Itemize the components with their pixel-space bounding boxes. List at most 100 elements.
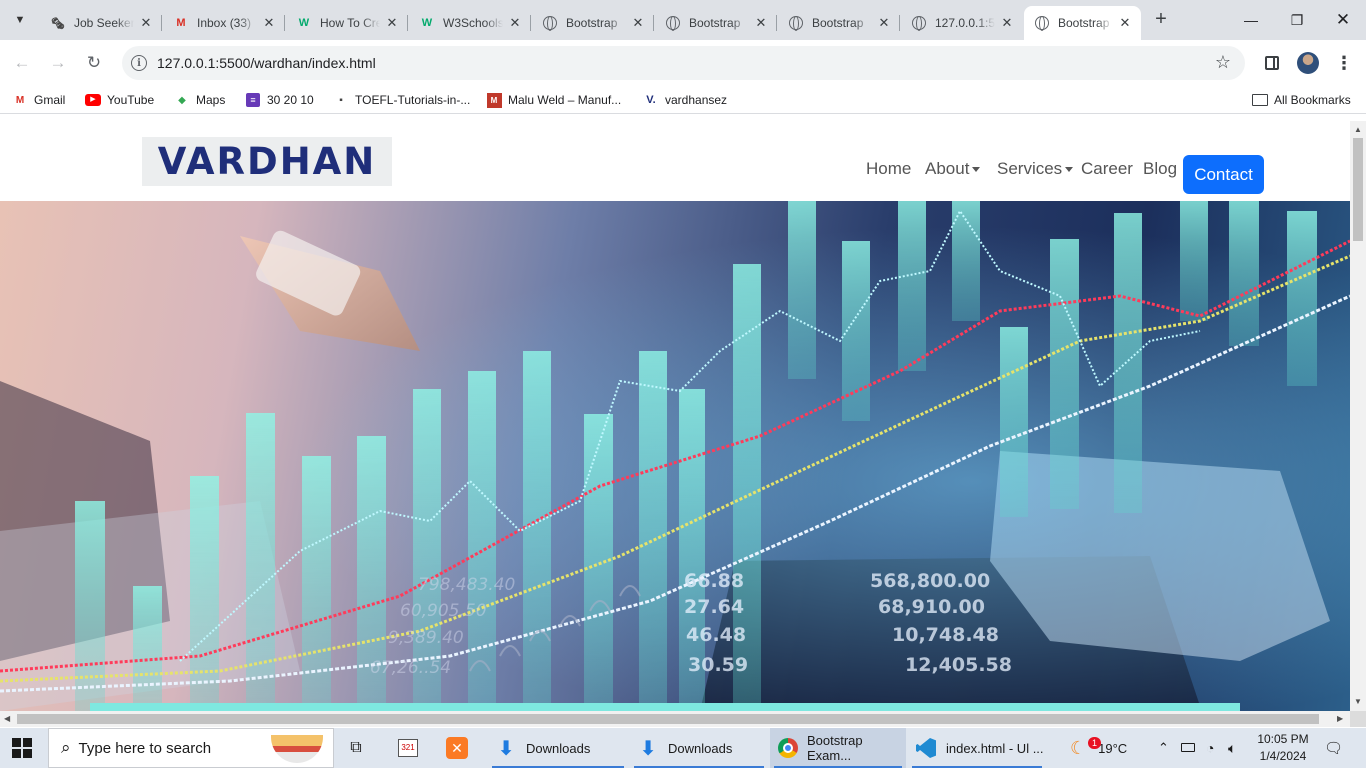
bookmark-toefl[interactable]: ▪ TOEFL-Tutorials-in-... (333, 91, 470, 109)
address-bar[interactable]: i 127.0.0.1:5500/wardhan/index.html ☆ (122, 46, 1245, 80)
close-window-button[interactable]: ✕ (1320, 0, 1366, 40)
close-icon[interactable]: ✕ (507, 15, 523, 31)
close-icon[interactable]: ✕ (384, 15, 400, 31)
new-tab-button[interactable]: + (1150, 9, 1172, 31)
close-icon[interactable]: ✕ (138, 15, 154, 31)
taskbar-clock[interactable]: 10:05 PM 1/4/2024 (1252, 731, 1314, 765)
hero-number: 46.48 (686, 624, 746, 646)
bookmark-label: YouTube (107, 93, 155, 107)
restore-button[interactable]: ❐ (1274, 0, 1320, 40)
nav-home-label: Home (866, 159, 912, 178)
tab-bootstrap-active[interactable]: Bootstrap ✕ (1024, 6, 1141, 40)
weather-widget[interactable]: ☾ 1 19°C (1070, 728, 1127, 768)
show-hidden-icons[interactable]: ⌃ (1158, 728, 1169, 768)
tab-bootstrap-1[interactable]: Bootstrap ✕ (532, 6, 654, 40)
search-icon: ⌕ (61, 738, 71, 757)
close-icon[interactable]: ✕ (999, 15, 1015, 31)
hero-number: 67,26..54 (370, 658, 451, 678)
vertical-scrollbar[interactable]: ▲ ▼ (1350, 121, 1366, 711)
tab-bootstrap-2[interactable]: Bootstrap ✕ (655, 6, 777, 40)
notifications-icon: 🗨︎ (1324, 740, 1344, 757)
scroll-thumb[interactable] (1353, 138, 1363, 241)
bookmark-label: Maps (196, 93, 226, 107)
job-seeker-favicon: 🗞 (51, 17, 65, 30)
notifications-button[interactable]: 🗨︎ (1324, 728, 1343, 768)
horizontal-scrollbar[interactable]: ◀ ▶ (0, 711, 1350, 727)
taskbar-downloads-2[interactable]: ⬇ Downloads (630, 728, 768, 768)
bookmark-malu-weld[interactable]: M Malu Weld – Manuf... (486, 91, 621, 109)
close-icon[interactable]: ✕ (630, 15, 646, 31)
nav-career-label: Career (1081, 159, 1133, 178)
tab-job-seeker[interactable]: 🗞 Job Seeker ✕ (40, 6, 162, 40)
minimize-button[interactable]: — (1228, 0, 1274, 40)
url-text[interactable]: 127.0.0.1:5500/wardhan/index.html (157, 55, 376, 71)
side-panel-icon (1265, 56, 1279, 70)
start-button[interactable] (12, 738, 32, 758)
bookmark-youtube[interactable]: ▶ YouTube (85, 91, 154, 109)
gmail-icon: M (176, 17, 186, 29)
reload-icon: ↻ (86, 53, 102, 72)
tab-label: Bootstrap (1058, 16, 1110, 30)
battery-tray[interactable] (1181, 728, 1195, 768)
bookmark-vardhansez[interactable]: V. vardhansez (643, 91, 727, 109)
site-logo[interactable]: VARDHAN (142, 137, 392, 186)
scroll-thumb[interactable] (17, 714, 1319, 724)
taskbar-item-label: Downloads (668, 740, 733, 756)
close-icon[interactable]: ✕ (1117, 15, 1133, 31)
bookmark-maps[interactable]: ◆ Maps (174, 91, 225, 109)
tab-w3schools[interactable]: W W3Schools ✕ (409, 6, 531, 40)
maluweld-icon: M (486, 92, 502, 108)
globe-icon (1034, 15, 1050, 31)
site-info-icon[interactable]: i (131, 55, 147, 71)
tab-bootstrap-3[interactable]: Bootstrap ✕ (778, 6, 900, 40)
back-button[interactable]: ← (8, 49, 36, 77)
nav-blog[interactable]: Blog (1143, 159, 1177, 179)
scroll-up-icon[interactable]: ▲ (1354, 125, 1362, 134)
close-icon[interactable]: ✕ (753, 15, 769, 31)
tab-how-to[interactable]: W How To Create ✕ (286, 6, 408, 40)
browser-toolbar: ← → ↻ i 127.0.0.1:5500/wardhan/index.htm… (0, 40, 1366, 86)
arrow-left-icon: ← (13, 53, 31, 72)
tab-inbox[interactable]: M Inbox (33) ✕ (163, 6, 285, 40)
taskbar-chrome[interactable]: Bootstrap Exam... (770, 728, 906, 768)
forward-button[interactable]: → (44, 49, 72, 77)
arrow-right-icon: → (49, 53, 67, 72)
w3schools-icon: W (421, 17, 433, 29)
nav-about-dropdown[interactable]: About (925, 159, 981, 179)
scroll-left-icon[interactable]: ◀ (4, 714, 10, 723)
clock-time: 10:05 PM (1257, 732, 1309, 746)
tab-localhost[interactable]: 127.0.0.1:5500 ✕ (901, 6, 1023, 40)
reload-button[interactable]: ↻ (80, 49, 108, 77)
xampp-button[interactable]: ✕ (446, 728, 470, 768)
site-header: VARDHAN Home About Services Career Blog … (0, 121, 1350, 201)
side-panel-button[interactable] (1260, 51, 1284, 75)
contact-button[interactable]: Contact (1183, 155, 1264, 194)
taskbar-downloads-1[interactable]: ⬇ Downloads (488, 728, 628, 768)
bookmark-30-20-10[interactable]: ≡ 30 20 10 (245, 91, 314, 109)
hero-number: 68,910.00 (878, 596, 985, 618)
tab-search-button[interactable]: ▼ (8, 8, 32, 32)
scrollbar-corner (1350, 711, 1366, 727)
chevron-down-icon: ▼ (14, 14, 26, 26)
windows-taskbar: ⌕ Type here to search ⧉ 321 ✕ ⬇ Download… (0, 728, 1366, 768)
calendar-app-button[interactable]: 321 (398, 728, 422, 768)
scroll-down-icon[interactable]: ▼ (1354, 697, 1362, 706)
network-tray[interactable]: ◔ (1206, 728, 1214, 768)
nav-career[interactable]: Career (1081, 159, 1133, 179)
close-icon[interactable]: ✕ (876, 15, 892, 31)
nav-services-dropdown[interactable]: Services (997, 159, 1074, 179)
volume-tray[interactable]: 🔈︎ (1228, 728, 1236, 768)
taskbar-vscode[interactable]: index.html - Ul ... (908, 728, 1046, 768)
profile-button[interactable] (1296, 51, 1320, 75)
search-highlight-image (271, 735, 323, 763)
taskbar-search[interactable]: ⌕ Type here to search (48, 728, 334, 768)
menu-button[interactable]: ⋮ (1332, 51, 1356, 75)
bookmark-star-icon[interactable]: ☆ (1215, 52, 1231, 73)
task-view-button[interactable]: ⧉ (348, 728, 372, 768)
nav-home[interactable]: Home (866, 159, 911, 179)
all-bookmarks-button[interactable]: All Bookmarks (1252, 91, 1351, 109)
close-icon[interactable]: ✕ (261, 15, 277, 31)
hero-number: 66.88 (684, 570, 744, 592)
bookmark-gmail[interactable]: M Gmail (12, 91, 66, 109)
scroll-right-icon[interactable]: ▶ (1337, 714, 1343, 723)
